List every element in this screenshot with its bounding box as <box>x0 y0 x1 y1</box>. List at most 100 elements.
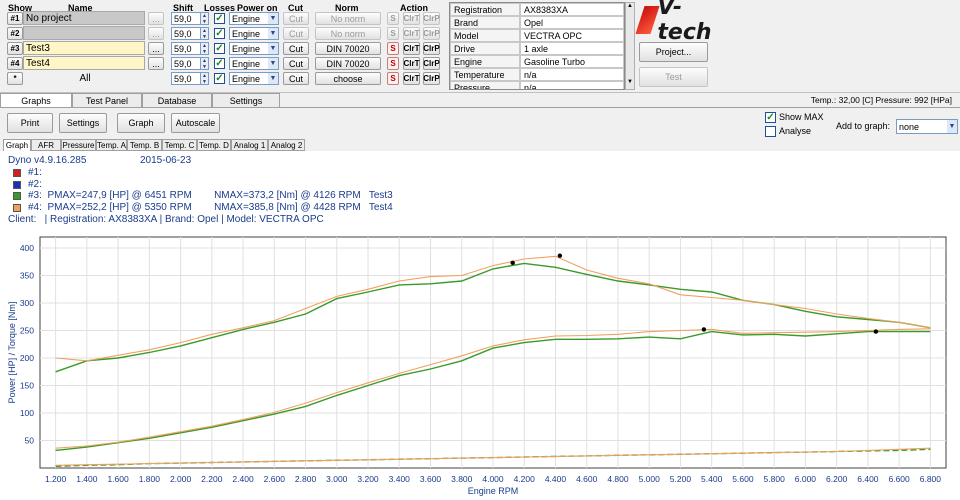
subtab-temp-c[interactable]: Temp. C <box>162 139 197 151</box>
info-grid-scrollbar[interactable]: ▲ ▼ <box>625 2 635 90</box>
clear-torque-button[interactable]: ClrT <box>403 12 420 25</box>
clear-torque-button[interactable]: ClrT <box>403 42 420 55</box>
tab-test-panel[interactable]: Test Panel <box>72 93 142 107</box>
shift-spinner[interactable]: ▲ ▼ <box>200 12 209 25</box>
test-button[interactable]: Test <box>639 67 708 87</box>
row-number-button[interactable]: #2 <box>7 27 23 40</box>
clear-torque-button[interactable]: ClrT <box>403 72 420 85</box>
norm-button[interactable]: choose <box>315 72 381 85</box>
info-row[interactable]: Registration AX8383XA <box>450 3 624 16</box>
subtab-afr[interactable]: AFR <box>31 139 61 151</box>
power-on-select[interactable]: Engine ▼ <box>229 72 279 85</box>
save-button[interactable]: S <box>387 42 399 55</box>
chevron-down-icon[interactable]: ▼ <box>947 120 957 133</box>
clear-power-button[interactable]: ClrP <box>423 12 440 25</box>
info-row[interactable]: Drive 1 axle <box>450 42 624 55</box>
tab-graphs[interactable]: Graphs <box>0 93 72 107</box>
subtab-pressure[interactable]: Pressure <box>61 139 96 151</box>
row-number-button[interactable]: #1 <box>7 12 23 25</box>
graph-button[interactable]: Graph <box>117 113 165 133</box>
cut-button[interactable]: Cut <box>283 72 309 85</box>
subtab-analog-2[interactable]: Analog 2 <box>268 139 305 151</box>
save-button[interactable]: S <box>387 72 399 85</box>
row-number-button[interactable]: #4 <box>7 57 23 70</box>
spin-down-icon[interactable]: ▼ <box>202 19 207 25</box>
chevron-down-icon[interactable]: ▼ <box>268 73 278 84</box>
cut-button[interactable]: Cut <box>283 27 309 40</box>
shift-spinner[interactable]: ▲ ▼ <box>200 27 209 40</box>
info-value[interactable]: Opel <box>520 16 624 29</box>
shift-spinner[interactable]: ▲ ▼ <box>200 42 209 55</box>
spin-down-icon[interactable]: ▼ <box>202 64 207 70</box>
info-value[interactable]: 1 axle <box>520 42 624 55</box>
row-number-button[interactable]: #3 <box>7 42 23 55</box>
losses-checkbox[interactable]: ✓ <box>214 43 225 54</box>
shift-spinner[interactable]: ▲ ▼ <box>200 72 209 85</box>
test-name-field[interactable]: All <box>23 71 145 85</box>
cut-button[interactable]: Cut <box>283 57 309 70</box>
scroll-up-icon[interactable]: ▲ <box>626 3 634 13</box>
show-max-checkbox[interactable]: ✓ <box>765 112 776 123</box>
add-to-graph-select[interactable]: none ▼ <box>896 119 958 134</box>
browse-button[interactable]: ... <box>148 27 164 40</box>
info-row[interactable]: Engine Gasoline Turbo <box>450 55 624 68</box>
norm-button[interactable]: DIN 70020 <box>315 42 381 55</box>
autoscale-button[interactable]: Autoscale <box>171 113 220 133</box>
test-name-field[interactable]: Test3 <box>23 41 145 55</box>
settings-button[interactable]: Settings <box>59 113 107 133</box>
scroll-down-icon[interactable]: ▼ <box>626 79 634 89</box>
shift-spinner[interactable]: ▲ ▼ <box>200 57 209 70</box>
clear-torque-button[interactable]: ClrT <box>403 57 420 70</box>
info-row[interactable]: Pressure n/a <box>450 81 624 89</box>
subtab-temp-a[interactable]: Temp. A <box>96 139 127 151</box>
subtab-analog-1[interactable]: Analog 1 <box>231 139 268 151</box>
save-button[interactable]: S <box>387 12 399 25</box>
cut-button[interactable]: Cut <box>283 12 309 25</box>
vehicle-info-grid[interactable]: Registration AX8383XA Brand Opel Model V… <box>449 2 625 90</box>
browse-button[interactable]: ... <box>148 57 164 70</box>
browse-button[interactable]: ... <box>148 42 164 55</box>
losses-checkbox[interactable]: ✓ <box>214 13 225 24</box>
browse-button[interactable]: ... <box>148 12 164 25</box>
info-value[interactable]: n/a <box>520 81 624 89</box>
chevron-down-icon[interactable]: ▼ <box>268 28 278 39</box>
chevron-down-icon[interactable]: ▼ <box>268 13 278 24</box>
chevron-down-icon[interactable]: ▼ <box>268 43 278 54</box>
test-name-field[interactable]: Test4 <box>23 56 145 70</box>
test-name-field[interactable]: No project <box>23 11 145 25</box>
info-row[interactable]: Model VECTRA OPC <box>450 29 624 42</box>
power-on-select[interactable]: Engine ▼ <box>229 12 279 25</box>
save-button[interactable]: S <box>387 27 399 40</box>
info-value[interactable]: VECTRA OPC <box>520 29 624 42</box>
tab-settings[interactable]: Settings <box>212 93 280 107</box>
spin-down-icon[interactable]: ▼ <box>202 49 207 55</box>
subtab-temp-d[interactable]: Temp. D <box>197 139 231 151</box>
info-row[interactable]: Brand Opel <box>450 16 624 29</box>
clear-power-button[interactable]: ClrP <box>423 72 440 85</box>
power-on-select[interactable]: Engine ▼ <box>229 57 279 70</box>
power-on-select[interactable]: Engine ▼ <box>229 27 279 40</box>
info-value[interactable]: AX8383XA <box>520 3 624 16</box>
info-row[interactable]: Temperature n/a <box>450 68 624 81</box>
info-value[interactable]: Gasoline Turbo <box>520 55 624 68</box>
print-button[interactable]: Print <box>7 113 53 133</box>
subtab-graph[interactable]: Graph <box>3 139 31 151</box>
losses-checkbox[interactable]: ✓ <box>214 58 225 69</box>
subtab-temp-b[interactable]: Temp. B <box>127 139 162 151</box>
spin-down-icon[interactable]: ▼ <box>202 34 207 40</box>
clear-power-button[interactable]: ClrP <box>423 42 440 55</box>
clear-power-button[interactable]: ClrP <box>423 27 440 40</box>
row-number-button[interactable]: * <box>7 72 23 85</box>
analyse-checkbox[interactable] <box>765 126 776 137</box>
losses-checkbox[interactable]: ✓ <box>214 28 225 39</box>
test-name-field[interactable] <box>23 26 145 40</box>
info-value[interactable]: n/a <box>520 68 624 81</box>
clear-torque-button[interactable]: ClrT <box>403 27 420 40</box>
spin-down-icon[interactable]: ▼ <box>202 79 207 85</box>
clear-power-button[interactable]: ClrP <box>423 57 440 70</box>
project-button[interactable]: Project... <box>639 42 708 62</box>
norm-button[interactable]: No norm <box>315 27 381 40</box>
norm-button[interactable]: No norm <box>315 12 381 25</box>
power-on-select[interactable]: Engine ▼ <box>229 42 279 55</box>
tab-database[interactable]: Database <box>142 93 212 107</box>
